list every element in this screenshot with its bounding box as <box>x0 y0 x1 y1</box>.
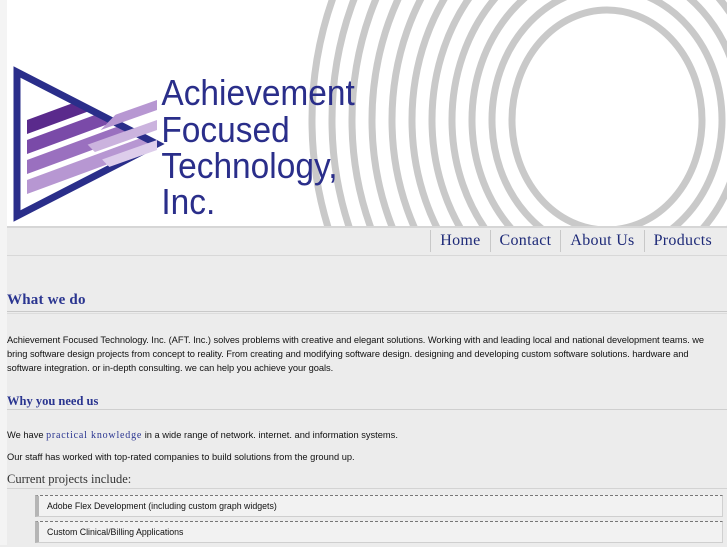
why-paragraph-1: We have practical knowledge in a wide ra… <box>7 430 398 441</box>
concentric-rings-graphic <box>308 0 727 226</box>
section-heading-current-projects: Current projects include: <box>7 472 132 486</box>
section-rule <box>7 488 727 489</box>
section-rule <box>7 311 727 314</box>
nav-products-link[interactable]: Products <box>643 230 727 252</box>
nav-about-us-link[interactable]: About Us <box>560 230 643 252</box>
section-rule <box>7 409 727 410</box>
text-segment: in a wide range of network. internet. an… <box>142 430 398 440</box>
section-heading-what-we-do: What we do <box>7 292 86 308</box>
wordmark-line-3: Technology, <box>161 147 337 186</box>
header-banner: Achievement Focused Technology, Inc. <box>7 0 727 226</box>
main-nav: Home Contact About Us Products <box>7 228 727 254</box>
project-list: Adobe Flex Development (including custom… <box>35 495 723 547</box>
wordmark-line-2: Focused <box>161 111 289 150</box>
project-item: Adobe Flex Development (including custom… <box>35 495 723 517</box>
what-we-do-paragraph: Achievement Focused Technology. Inc. (AF… <box>7 335 705 373</box>
wordmark-line-1: Achievement <box>161 74 355 113</box>
nav-home-link[interactable]: Home <box>430 230 489 252</box>
left-margin-strip <box>0 0 7 545</box>
nav-divider-bottom <box>7 255 727 256</box>
text-segment: We have <box>7 430 47 440</box>
section-heading-why-you-need-us: Why you need us <box>7 394 99 408</box>
practical-knowledge-highlight: practical knowledge <box>46 430 143 441</box>
wordmark-line-4: Inc. <box>161 183 215 222</box>
nav-contact-link[interactable]: Contact <box>489 230 561 252</box>
banner-graphic: Achievement Focused Technology, Inc. <box>7 0 727 226</box>
why-paragraph-2: Our staff has worked with top-rated comp… <box>7 452 355 462</box>
project-item: Custom Clinical/Billing Applications <box>35 521 723 543</box>
